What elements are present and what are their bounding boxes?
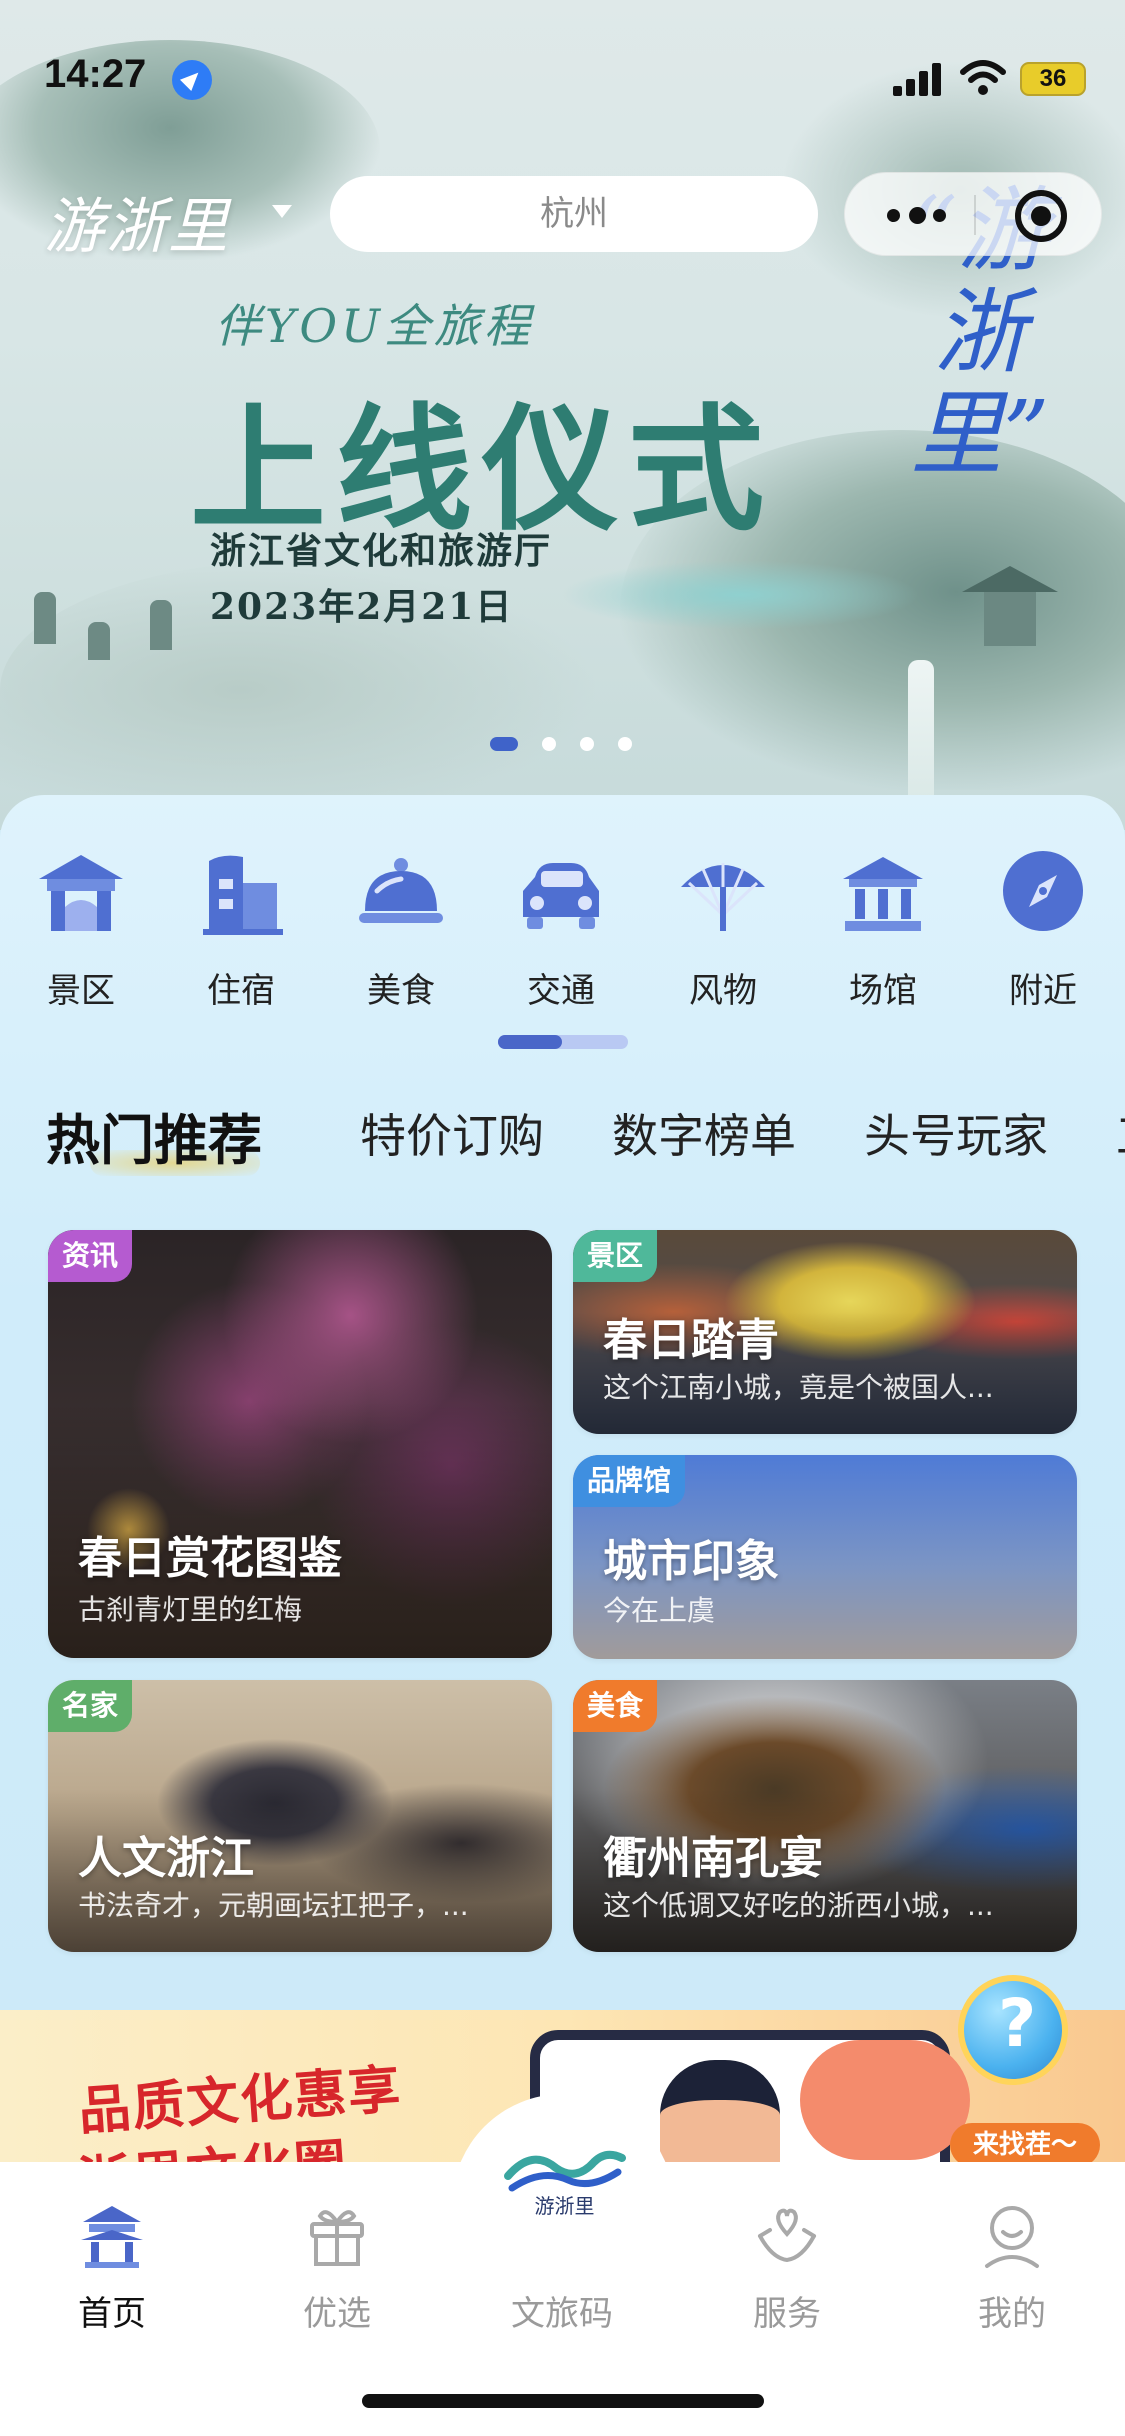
location-arrow-icon xyxy=(172,60,212,100)
category-label: 附近 xyxy=(1009,971,1077,1011)
hero-banner[interactable]: 伴YOU全旅程 上线仪式 浙江省文化和旅游厅 2023年2月21日 “游浙里” xyxy=(0,0,1125,830)
pavilion-icon xyxy=(962,566,1058,646)
tab-featured[interactable]: 优选 xyxy=(247,2200,427,2335)
card-title: 人文浙江 xyxy=(78,1833,254,1884)
card-badge: 景区 xyxy=(573,1230,658,1282)
pagination-dot-active[interactable] xyxy=(490,737,518,751)
tab-service[interactable]: 服务 xyxy=(697,2200,877,2335)
content-card[interactable]: 品牌馆 城市印象 今在上虞 xyxy=(573,1455,1077,1659)
card-badge: 品牌馆 xyxy=(573,1455,686,1507)
tab-special-offers[interactable]: 特价订购 xyxy=(360,1100,544,1166)
capsule-divider xyxy=(974,195,976,235)
category-food[interactable]: 美食 xyxy=(336,845,466,1012)
content-card[interactable]: 美食 衢州南孔宴 这个低调又好吃的浙西小城，... xyxy=(573,1680,1077,1952)
banner-organization: 浙江省文化和旅游厅 xyxy=(210,530,553,572)
content-card[interactable]: 资讯 春日赏花图鉴 古刹青灯里的红梅 xyxy=(48,1230,552,1658)
category-label: 景区 xyxy=(47,971,115,1011)
help-floating-button[interactable]: ? 来找茬～ xyxy=(950,1975,1100,2167)
card-subtitle: 今在上虞 xyxy=(603,1594,716,1627)
tab-more[interactable]: 工 xyxy=(1116,1100,1125,1166)
category-specialties[interactable]: 风物 xyxy=(658,845,788,1012)
tab-home[interactable]: 首页 xyxy=(22,2200,202,2335)
card-subtitle: 古刹青灯里的红梅 xyxy=(78,1593,303,1626)
category-label: 风物 xyxy=(689,971,757,1011)
card-title: 春日踏青 xyxy=(603,1315,779,1366)
card-subtitle: 这个低调又好吃的浙西小城，... xyxy=(603,1889,994,1922)
card-badge: 名家 xyxy=(48,1680,133,1732)
profile-icon xyxy=(985,2206,1039,2268)
service-heart-icon xyxy=(758,2208,816,2263)
search-input[interactable]: 杭州 xyxy=(330,176,818,252)
content-tabs: 热门推荐 特价订购 数字榜单 头号玩家 工 xyxy=(0,1100,1125,1180)
pagoda-icon xyxy=(88,622,110,660)
more-dots-icon[interactable] xyxy=(887,207,949,224)
category-scenic[interactable]: 景区 xyxy=(16,845,146,1012)
category-label: 交通 xyxy=(527,971,595,1011)
car-icon xyxy=(523,863,599,929)
food-cloche-icon xyxy=(359,858,443,923)
pagination-dot[interactable] xyxy=(542,737,556,751)
home-pavilion-icon xyxy=(81,2206,143,2268)
pagination-dot[interactable] xyxy=(618,737,632,751)
miniprogram-capsule xyxy=(844,172,1102,256)
pagoda-icon xyxy=(150,600,172,650)
category-nearby[interactable]: 附近 xyxy=(978,845,1108,1012)
fan-icon xyxy=(681,863,765,931)
scenic-gate-icon xyxy=(39,855,123,931)
tab-label: 优选 xyxy=(303,2294,371,2334)
chevron-down-icon[interactable] xyxy=(272,205,292,218)
tab-label: 文旅码 xyxy=(511,2294,613,2334)
card-badge: 资讯 xyxy=(48,1230,133,1282)
close-target-icon[interactable] xyxy=(1015,190,1067,242)
content-card[interactable]: 名家 人文浙江 书法奇才，元朝画坛扛把子，... xyxy=(48,1680,552,1952)
category-label: 场馆 xyxy=(849,971,917,1011)
battery-icon: 36 xyxy=(1020,62,1086,96)
card-subtitle: 这个江南小城，竟是个被国人... xyxy=(603,1371,994,1404)
category-hotel[interactable]: 住宿 xyxy=(176,845,306,1012)
content-card[interactable]: 景区 春日踏青 这个江南小城，竟是个被国人... xyxy=(573,1230,1077,1434)
status-time: 14:27 xyxy=(44,52,147,96)
tab-digital-rankings[interactable]: 数字榜单 xyxy=(612,1100,796,1166)
banner-waterfall xyxy=(908,660,934,810)
tab-label: 服务 xyxy=(753,2294,821,2334)
help-label: 来找茬～ xyxy=(950,2123,1100,2167)
category-label: 住宿 xyxy=(207,971,275,1011)
home-indicator xyxy=(362,2394,764,2408)
hotel-building-icon xyxy=(203,855,283,935)
category-nav: 景区 住宿 美食 交通 风物 场馆 附近 xyxy=(0,845,1125,1025)
tab-culture-code[interactable]: 文旅码 xyxy=(472,2200,652,2335)
wifi-icon xyxy=(960,60,1006,95)
pagination-dot[interactable] xyxy=(580,737,594,751)
banner-date: 2023年2月21日 xyxy=(210,586,514,628)
banner-river xyxy=(560,560,920,630)
card-title: 春日赏花图鉴 xyxy=(78,1533,342,1584)
category-transport[interactable]: 交通 xyxy=(496,845,626,1012)
card-title: 衢州南孔宴 xyxy=(603,1833,823,1884)
museum-icon xyxy=(843,857,923,931)
category-venues[interactable]: 场馆 xyxy=(818,845,948,1012)
category-label: 美食 xyxy=(367,971,435,1011)
gift-icon xyxy=(310,2210,364,2266)
category-scroll-thumb[interactable] xyxy=(498,1035,562,1049)
banner-slogan: 伴YOU全旅程 xyxy=(215,299,534,353)
tab-top-players[interactable]: 头号玩家 xyxy=(864,1100,1048,1166)
help-question-mark: ? xyxy=(998,1985,1037,2062)
card-badge: 美食 xyxy=(573,1680,658,1732)
tab-label: 首页 xyxy=(78,2294,146,2334)
tab-label: 我的 xyxy=(978,2294,1046,2334)
card-title: 城市印象 xyxy=(603,1536,779,1587)
tab-profile[interactable]: 我的 xyxy=(922,2200,1102,2335)
tab-hot-recommend[interactable]: 热门推荐 xyxy=(46,1100,262,1175)
card-subtitle: 书法奇才，元朝画坛扛把子，... xyxy=(78,1889,469,1922)
promo-speech-bubble xyxy=(800,2040,970,2160)
cellular-signal-icon xyxy=(893,62,943,96)
compass-icon xyxy=(1003,851,1083,931)
brand-logo[interactable]: 游浙里 xyxy=(44,178,230,265)
pagoda-icon xyxy=(34,592,56,644)
